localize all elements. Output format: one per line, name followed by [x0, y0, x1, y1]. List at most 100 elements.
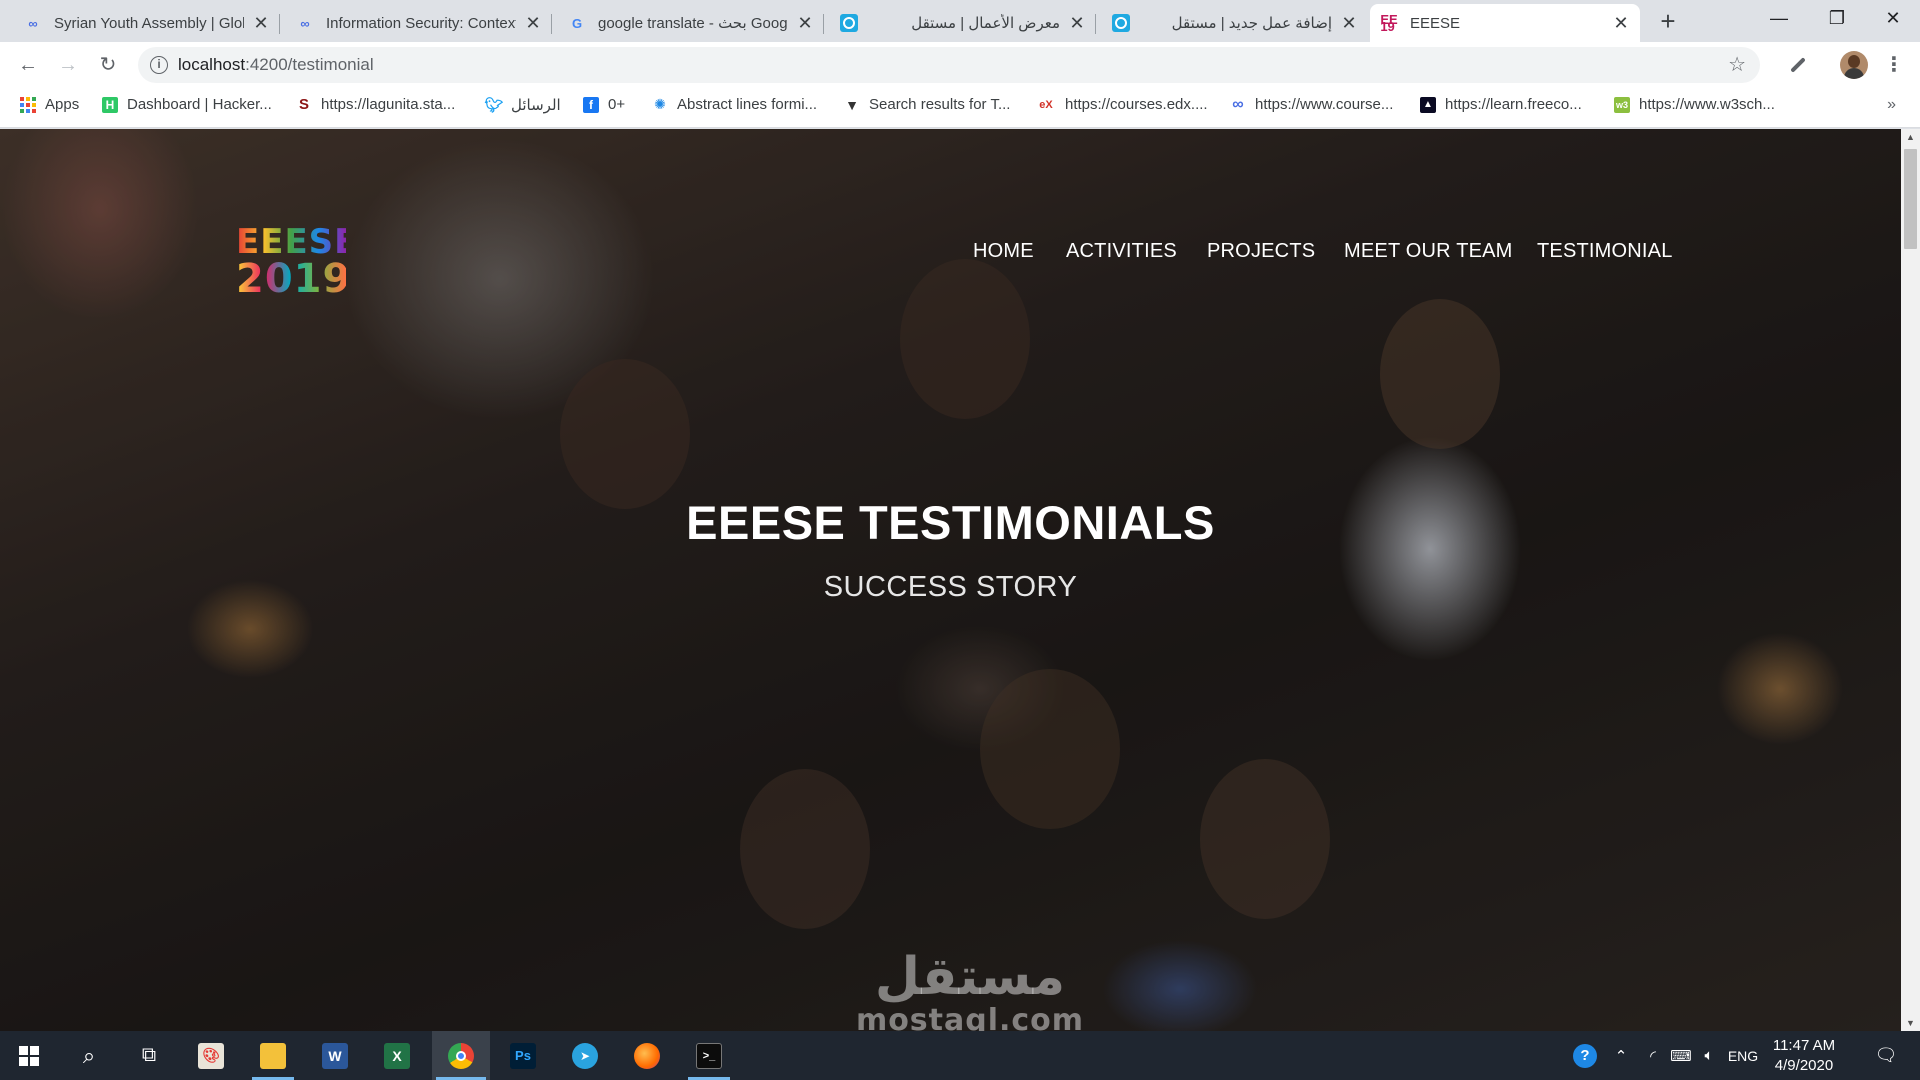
- reload-button[interactable]: ↻: [94, 51, 122, 79]
- taskbar-word[interactable]: W: [306, 1031, 364, 1080]
- tab-title: Syrian Youth Assembly | Glob: [54, 14, 244, 32]
- bookmark-twitter[interactable]: 🐦︎ الرسائل: [484, 88, 560, 121]
- tray-help[interactable]: ?: [1570, 1031, 1600, 1080]
- bookmark-hackerrank[interactable]: H Dashboard | Hacker...: [102, 88, 272, 121]
- address-bar[interactable]: i localhost:4200/testimonial ☆: [138, 47, 1760, 83]
- vector-icon: ✺: [654, 96, 666, 112]
- loop-icon: ∞: [300, 15, 310, 31]
- kebab-menu-icon[interactable]: ⋮: [1880, 51, 1908, 79]
- keyboard-icon: ⌨: [1670, 1047, 1692, 1065]
- extension-icon[interactable]: [1786, 53, 1810, 77]
- apps-grid-icon: [20, 96, 36, 113]
- volume-icon: 🔈︎: [1704, 1047, 1714, 1064]
- nav-home[interactable]: HOME: [973, 236, 1034, 266]
- action-center-button[interactable]: 🗨︎: [1866, 1031, 1906, 1080]
- taskbar-terminal[interactable]: >_: [680, 1031, 738, 1080]
- bookmark-apps[interactable]: Apps: [20, 88, 79, 121]
- nav-testimonial[interactable]: TESTIMONIAL: [1537, 236, 1673, 266]
- bookmark-label: https://www.course...: [1255, 96, 1394, 113]
- maximize-button[interactable]: ❐: [1808, 0, 1866, 36]
- scroll-up-icon[interactable]: ▲: [1901, 129, 1920, 145]
- bookmark-coursera[interactable]: ∞ https://www.course...: [1230, 88, 1393, 121]
- search-button[interactable]: ⌕: [60, 1031, 118, 1080]
- task-view-button[interactable]: ⧉: [120, 1031, 178, 1080]
- bookmark-abstract-lines[interactable]: ✺ Abstract lines formi...: [652, 88, 817, 121]
- bookmark-label: Abstract lines formi...: [677, 96, 818, 113]
- close-icon[interactable]: ✕: [796, 13, 814, 34]
- tab-information-security[interactable]: ∞ Information Security: Context ✕: [286, 4, 552, 42]
- tab-google-translate[interactable]: G google translate - بحث Google ✕: [558, 4, 824, 42]
- close-icon[interactable]: ✕: [1068, 13, 1086, 34]
- tab-mostaql-add-work[interactable]: إضافة عمل جديد | مستقل ✕: [1102, 4, 1368, 42]
- bookmark-label: Apps: [45, 96, 80, 113]
- taskbar-excel[interactable]: X: [368, 1031, 426, 1080]
- tray-network[interactable]: ◜: [1640, 1031, 1666, 1080]
- tray-language[interactable]: ENG: [1726, 1031, 1760, 1080]
- tab-eeese[interactable]: EE 19 EEESE ✕: [1370, 4, 1640, 42]
- tab-title: معرض الأعمال | مستقل: [911, 15, 1060, 32]
- bookmarks-overflow-icon[interactable]: »: [1887, 88, 1896, 121]
- language-indicator: ENG: [1727, 1047, 1759, 1064]
- tab-syrian-youth-assembly[interactable]: ∞ Syrian Youth Assembly | Glob ✕: [14, 4, 280, 42]
- system-clock[interactable]: 11:47 AM 4/9/2020: [1762, 1036, 1846, 1076]
- bookmark-w3schools[interactable]: w3 https://www.w3sch...: [1614, 88, 1775, 121]
- tab-title: google translate - بحث Google: [598, 15, 788, 32]
- file-explorer-icon: [260, 1042, 286, 1069]
- clock-date: 4/9/2020: [1774, 1057, 1834, 1074]
- bookmark-label: https://www.w3sch...: [1639, 96, 1775, 113]
- taskbar-file-explorer[interactable]: [244, 1031, 302, 1080]
- browser-toolbar: ← → ↻ i localhost:4200/testimonial ☆ ⋮: [0, 42, 1920, 88]
- taskbar-paint[interactable]: 🎨︎: [182, 1031, 240, 1080]
- bookmark-search-results[interactable]: ▼ Search results for T...: [844, 88, 1010, 121]
- tab-strip: ∞ Syrian Youth Assembly | Glob ✕ ∞ Infor…: [0, 0, 1920, 42]
- wifi-icon: ◜: [1650, 1047, 1656, 1065]
- nav-projects[interactable]: PROJECTS: [1207, 236, 1315, 266]
- bookmark-star-icon[interactable]: ☆: [1728, 47, 1746, 83]
- start-button[interactable]: [0, 1031, 58, 1080]
- page-scrollbar[interactable]: ▲ ▼: [1901, 129, 1920, 1031]
- taskbar-telegram[interactable]: ➤: [556, 1031, 614, 1080]
- w3schools-icon: w3: [1614, 96, 1630, 113]
- start-icon: [19, 1045, 39, 1066]
- bookmark-freecodecamp[interactable]: ▲ https://learn.freeco...: [1420, 88, 1582, 121]
- close-icon[interactable]: ✕: [1340, 13, 1358, 34]
- telegram-icon: ➤: [572, 1042, 598, 1069]
- close-icon[interactable]: ✕: [1612, 13, 1630, 34]
- taskbar-photoshop[interactable]: Ps: [494, 1031, 552, 1080]
- windows-taskbar: ⌕ ⧉ 🎨︎ W X Ps ➤ >_ ? ⌃ ◜ ⌨ 🔈︎ ENG 11:47 …: [0, 1031, 1920, 1080]
- bookmark-label: https://learn.freeco...: [1445, 96, 1582, 113]
- bookmark-lagunita[interactable]: S https://lagunita.sta...: [296, 88, 455, 121]
- bookmark-label: Search results for T...: [869, 96, 1011, 113]
- bookmark-edx[interactable]: eX https://courses.edx....: [1036, 88, 1208, 121]
- url-path: :4200/testimonial: [245, 55, 374, 74]
- taskbar-chrome[interactable]: [432, 1031, 490, 1080]
- hero-subtitle: SUCCESS STORY: [823, 571, 1078, 603]
- bookmark-label: Dashboard | Hacker...: [127, 96, 272, 113]
- scrollbar-thumb[interactable]: [1904, 149, 1917, 249]
- forward-button[interactable]: →: [54, 51, 82, 79]
- taskbar-firefox[interactable]: [618, 1031, 676, 1080]
- nav-activities[interactable]: ACTIVITIES: [1066, 236, 1177, 266]
- nav-meet-our-team[interactable]: MEET OUR TEAM: [1344, 236, 1513, 266]
- tray-keyboard[interactable]: ⌨: [1668, 1031, 1694, 1080]
- bookmark-label: https://courses.edx....: [1065, 96, 1208, 113]
- close-icon[interactable]: ✕: [524, 13, 542, 34]
- bookmark-facebook[interactable]: f 0+: [583, 88, 625, 121]
- mostaql-icon: [1112, 14, 1130, 32]
- minimize-button[interactable]: —: [1750, 0, 1808, 36]
- freecodecamp-icon: ▲: [1420, 96, 1436, 113]
- tray-volume[interactable]: 🔈︎: [1696, 1031, 1722, 1080]
- help-icon: ?: [1573, 1043, 1597, 1068]
- chrome-icon: [448, 1042, 474, 1069]
- scroll-down-icon[interactable]: ▼: [1901, 1015, 1920, 1031]
- tab-mostaql-portfolio[interactable]: معرض الأعمال | مستقل ✕: [830, 4, 1096, 42]
- new-tab-button[interactable]: +: [1654, 7, 1682, 35]
- info-icon[interactable]: i: [150, 56, 168, 74]
- tray-expand[interactable]: ⌃: [1608, 1031, 1634, 1080]
- back-button[interactable]: ←: [14, 51, 42, 79]
- profile-avatar[interactable]: [1840, 51, 1868, 79]
- close-window-button[interactable]: ✕: [1864, 0, 1920, 36]
- url-text[interactable]: localhost:4200/testimonial: [178, 47, 374, 83]
- hero-title: EEESE TESTIMONIALS: [686, 496, 1215, 549]
- close-icon[interactable]: ✕: [252, 13, 270, 34]
